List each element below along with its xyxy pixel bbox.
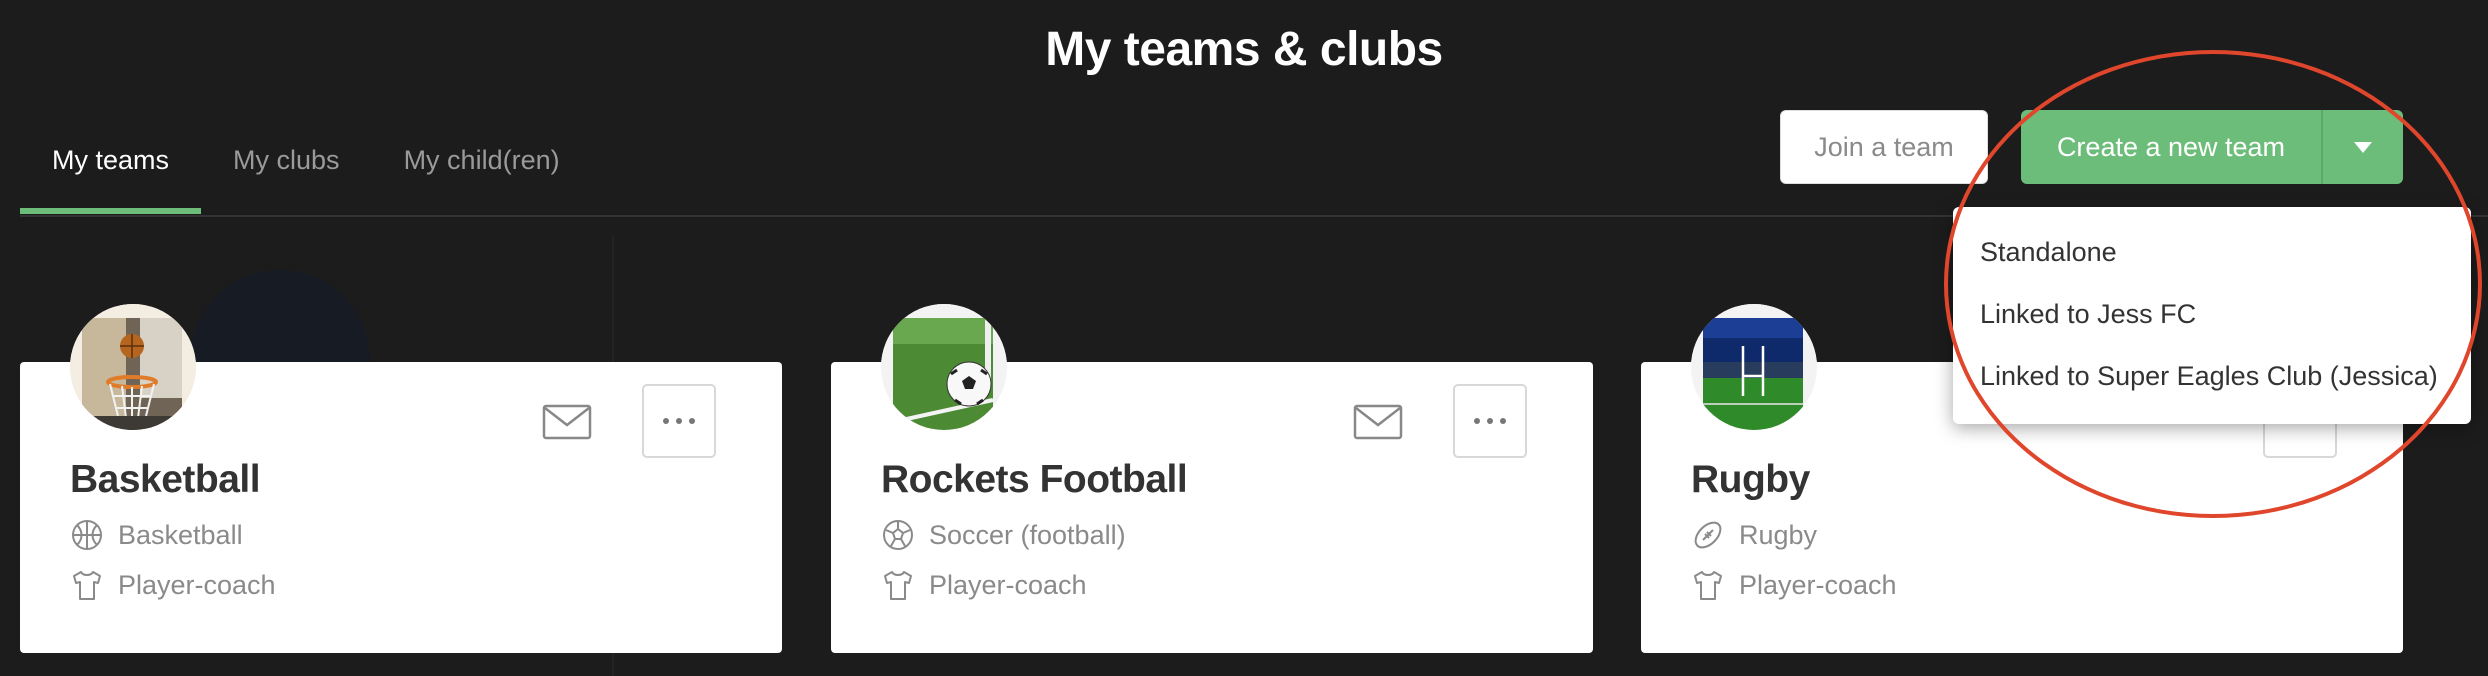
- more-dot: [676, 418, 682, 424]
- team-avatar: [1691, 304, 1817, 430]
- tab-bar: My teams My clubs My child(ren): [20, 140, 592, 214]
- team-options-button[interactable]: [1453, 384, 1527, 458]
- team-name: Basketball: [70, 458, 261, 501]
- team-options-button[interactable]: [642, 384, 716, 458]
- team-role-label: Player-coach: [1739, 569, 1897, 600]
- team-sport: Soccer (football): [881, 518, 1126, 552]
- team-role: Player-coach: [70, 568, 276, 602]
- menu-item-linked-super-eagles[interactable]: Linked to Super Eagles Club (Jessica): [1980, 361, 2438, 392]
- caret-down-icon: [2354, 141, 2372, 153]
- create-team-menu: Standalone Linked to Jess FC Linked to S…: [1953, 207, 2471, 424]
- team-sport-label: Basketball: [118, 519, 243, 550]
- menu-item-linked-jess-fc[interactable]: Linked to Jess FC: [1980, 299, 2196, 330]
- team-role: Player-coach: [1691, 568, 1897, 602]
- soccer-ball-icon: [883, 520, 913, 550]
- message-team-icon[interactable]: [1353, 404, 1403, 445]
- rugby-stadium-photo: [1691, 304, 1817, 430]
- team-card-basketball[interactable]: Basketball Basketball Player-coach: [20, 304, 782, 653]
- team-avatar: [70, 304, 196, 430]
- create-team-dropdown-toggle[interactable]: [2321, 110, 2403, 184]
- more-dot: [689, 418, 695, 424]
- more-dot: [1500, 418, 1506, 424]
- soccer-ball-photo: [881, 304, 1007, 430]
- jersey-icon: [884, 571, 912, 600]
- jersey-icon: [73, 571, 101, 600]
- more-dot: [1487, 418, 1493, 424]
- create-team-split-button: Create a new team: [2021, 110, 2403, 184]
- page-title: My teams & clubs: [1045, 23, 1443, 76]
- team-role-label: Player-coach: [929, 569, 1087, 600]
- team-sport: Rugby: [1691, 518, 1817, 552]
- team-card-rockets-football[interactable]: Rockets Football Soccer (football) Playe…: [831, 304, 1593, 653]
- more-dot: [1474, 418, 1480, 424]
- basketball-hoop-photo: [70, 304, 196, 430]
- team-name: Rockets Football: [881, 458, 1188, 501]
- tab-my-clubs[interactable]: My clubs: [201, 140, 372, 214]
- join-team-button[interactable]: Join a team: [1780, 110, 1988, 184]
- more-dot: [663, 418, 669, 424]
- team-role-label: Player-coach: [118, 569, 276, 600]
- team-sport-label: Rugby: [1739, 519, 1818, 550]
- team-name: Rugby: [1691, 458, 1810, 501]
- message-team-icon[interactable]: [542, 404, 592, 445]
- tab-my-teams[interactable]: My teams: [20, 140, 202, 214]
- menu-item-standalone[interactable]: Standalone: [1980, 237, 2117, 268]
- team-role: Player-coach: [881, 568, 1087, 602]
- basketball-icon: [72, 520, 102, 550]
- team-sport-label: Soccer (football): [929, 519, 1126, 550]
- team-sport: Basketball: [70, 518, 243, 552]
- jersey-icon: [1694, 571, 1722, 600]
- create-team-button[interactable]: Create a new team: [2021, 110, 2321, 184]
- tab-my-children[interactable]: My child(ren): [372, 140, 592, 214]
- rugby-ball-icon: [1694, 521, 1722, 549]
- team-avatar: [881, 304, 1007, 430]
